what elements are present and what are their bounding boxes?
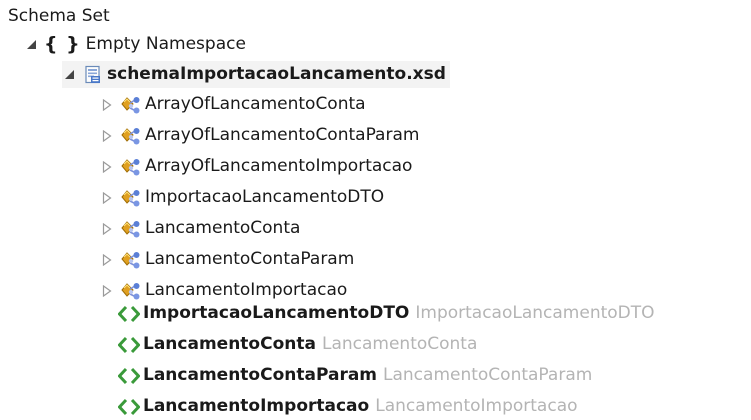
tree-node-namespace[interactable]: { } Empty Namespace <box>24 31 246 58</box>
element-type-reference: ImportacaoLancamentoDTO <box>415 303 655 323</box>
element-label: LancamentoContaParam <box>143 365 378 385</box>
element-icon <box>118 397 140 417</box>
tree-node-complex-type[interactable]: LancamentoContaParam <box>100 246 354 273</box>
element-icon <box>118 304 140 324</box>
tree-node-element[interactable]: LancamentoImportacao LancamentoImportaca… <box>118 393 578 420</box>
collapsed-triangle-icon[interactable] <box>100 284 114 298</box>
namespace-braces-icon: { } <box>44 33 81 55</box>
schema-set-label[interactable]: Schema Set <box>8 3 110 30</box>
complex-type-label: LancamentoContaParam <box>145 249 355 269</box>
expanded-triangle-icon[interactable] <box>24 38 38 52</box>
collapsed-triangle-icon[interactable] <box>100 191 114 205</box>
complex-type-icon <box>120 188 142 208</box>
complex-type-icon <box>120 95 142 115</box>
tree-node-element[interactable]: LancamentoConta LancamentoConta <box>118 331 477 358</box>
collapsed-triangle-icon[interactable] <box>100 98 114 112</box>
element-type-reference: LancamentoImportacao <box>375 396 578 416</box>
element-icon <box>118 366 140 386</box>
complex-type-label: LancamentoConta <box>145 218 301 238</box>
element-icon <box>118 335 140 355</box>
element-type-reference: LancamentoConta <box>321 334 478 354</box>
complex-type-label: ImportacaoLancamentoDTO <box>145 187 385 207</box>
tree-node-complex-type[interactable]: ImportacaoLancamentoDTO <box>100 184 384 211</box>
complex-type-icon <box>120 281 142 301</box>
tree-node-complex-type[interactable]: ArrayOfLancamentoImportacao <box>100 153 412 180</box>
xsd-file-label: schemaImportacaoLancamento.xsd <box>107 64 446 84</box>
collapsed-triangle-icon[interactable] <box>100 222 114 236</box>
complex-type-icon <box>120 250 142 270</box>
xsd-file-icon <box>82 65 104 85</box>
element-label: LancamentoConta <box>143 334 316 354</box>
complex-type-icon <box>120 157 142 177</box>
tree-node-complex-type[interactable]: ArrayOfLancamentoContaParam <box>100 122 419 149</box>
expanded-triangle-icon[interactable] <box>62 68 76 82</box>
element-type-reference: LancamentoContaParam <box>383 365 593 385</box>
tree-node-element[interactable]: ImportacaoLancamentoDTO ImportacaoLancam… <box>118 300 655 327</box>
tree-node-element[interactable]: LancamentoContaParam LancamentoContaPara… <box>118 362 592 389</box>
collapsed-triangle-icon[interactable] <box>100 160 114 174</box>
element-label: ImportacaoLancamentoDTO <box>143 303 410 323</box>
schema-tree: Schema Set { } Empty Namespace schemaImp… <box>0 0 751 419</box>
complex-type-icon <box>120 219 142 239</box>
complex-type-label: ArrayOfLancamentoImportacao <box>145 156 413 176</box>
collapsed-triangle-icon[interactable] <box>100 129 114 143</box>
element-label: LancamentoImportacao <box>143 396 370 416</box>
namespace-label: Empty Namespace <box>85 34 246 54</box>
complex-type-label: ArrayOfLancamentoContaParam <box>145 125 420 145</box>
tree-node-xsd-file[interactable]: schemaImportacaoLancamento.xsd <box>62 61 450 88</box>
complex-type-label: ArrayOfLancamentoConta <box>145 94 366 114</box>
tree-node-complex-type[interactable]: LancamentoConta <box>100 215 300 242</box>
collapsed-triangle-icon[interactable] <box>100 253 114 267</box>
complex-type-icon <box>120 126 142 146</box>
tree-node-complex-type[interactable]: ArrayOfLancamentoConta <box>100 91 366 118</box>
